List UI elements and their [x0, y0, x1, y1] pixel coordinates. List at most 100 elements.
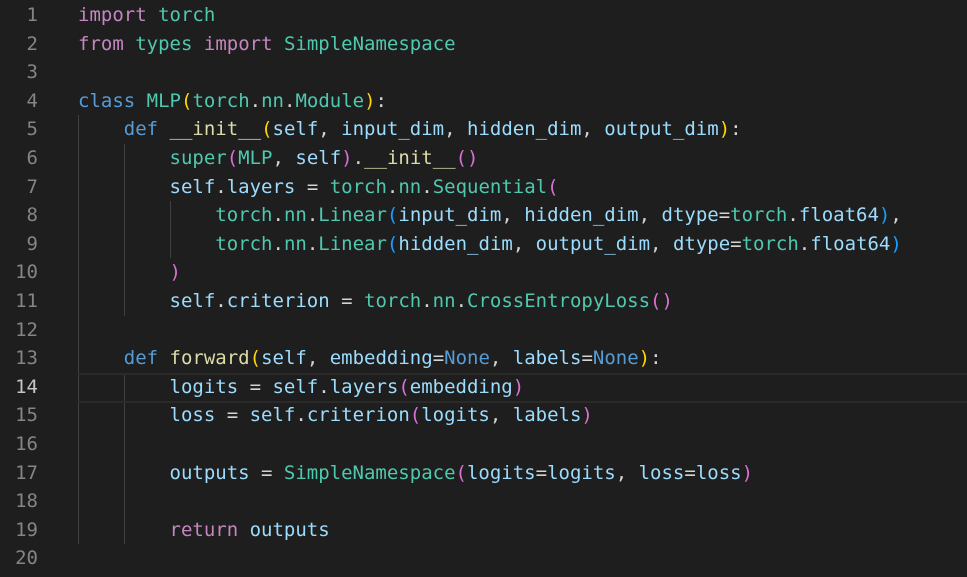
code-token: )	[169, 261, 181, 284]
code-line[interactable]: 11 self.criterion = torch.nn.CrossEntrop…	[0, 287, 967, 316]
code-token: ,	[318, 118, 342, 141]
line-number: 1	[26, 4, 38, 26]
code-token: .	[215, 290, 227, 312]
code-token: nn	[283, 204, 307, 227]
line-code[interactable]: def forward(self, embedding=None, labels…	[78, 344, 662, 373]
code-token: :	[375, 89, 387, 112]
code-token: (	[398, 375, 410, 398]
line-code[interactable]: import torch	[78, 1, 215, 30]
code-line[interactable]: 18	[0, 487, 967, 516]
code-token: ,	[615, 461, 639, 484]
line-code[interactable]: super(MLP, self).__init__()	[78, 144, 479, 173]
code-token: ()	[650, 290, 673, 312]
code-line[interactable]: 10 )	[0, 258, 967, 287]
code-token: self	[169, 175, 216, 198]
code-token: Linear	[318, 232, 387, 255]
code-token: SimpleNamespace	[283, 461, 456, 484]
code-token: Linear	[318, 204, 387, 227]
code-token: labels	[512, 404, 582, 427]
code-line[interactable]: 13 def forward(self, embedding=None, lab…	[0, 344, 967, 373]
code-line[interactable]: 6 super(MLP, self).__init__()	[0, 144, 967, 173]
code-token: (	[547, 175, 559, 198]
code-line[interactable]: 19 return outputs	[0, 516, 967, 545]
code-line[interactable]: 12	[0, 316, 967, 345]
code-token: .	[787, 204, 799, 227]
code-line[interactable]: 8 torch.nn.Linear(input_dim, hidden_dim,…	[0, 201, 967, 230]
code-line[interactable]: 4 class MLP(torch.nn.Module):	[0, 87, 967, 116]
line-code[interactable]: )	[78, 258, 181, 287]
code-token: torch	[329, 175, 387, 198]
line-code[interactable]: class MLP(torch.nn.Module):	[78, 87, 387, 116]
line-code[interactable]: self.criterion = torch.nn.CrossEntropyLo…	[78, 287, 673, 316]
code-token: torch	[741, 232, 799, 255]
code-token: (	[455, 461, 467, 484]
code-token: def	[123, 118, 159, 141]
line-code[interactable]: torch.nn.Linear(hidden_dim, output_dim, …	[78, 230, 902, 259]
code-token: nn	[261, 89, 284, 112]
code-token: self	[272, 375, 319, 398]
code-token: self	[249, 404, 296, 427]
line-number: 3	[26, 61, 38, 84]
code-token: loss	[638, 461, 685, 484]
code-line[interactable]: 3	[0, 58, 967, 87]
line-code[interactable]: torch.nn.Linear(input_dim, hidden_dim, d…	[78, 201, 902, 230]
code-token: (	[261, 118, 273, 141]
code-token: float64	[798, 204, 879, 227]
line-code[interactable]: logits = self.layers(embedding)	[78, 372, 967, 403]
code-token: self	[295, 147, 342, 169]
line-number: 9	[26, 232, 38, 255]
code-editor[interactable]: 1 import torch 2 from types import SimpleNa…	[0, 0, 967, 577]
line-code[interactable]: self.layers = torch.nn.Sequential(	[78, 173, 559, 202]
line-code[interactable]: from types import SimpleNamespace	[78, 30, 456, 59]
code-token: )	[638, 347, 651, 370]
code-token: __init__	[364, 147, 456, 169]
code-token: class	[78, 89, 136, 112]
line-number: 4	[26, 89, 38, 112]
code-token: input_dim	[398, 204, 502, 227]
code-token: =	[730, 232, 742, 255]
code-line[interactable]: 2 from types import SimpleNamespace	[0, 30, 967, 59]
code-line[interactable]: 7 self.layers = torch.nn.Sequential(	[0, 173, 967, 202]
code-token: labels	[512, 347, 582, 370]
code-line[interactable]: 20	[0, 544, 967, 573]
line-code[interactable]: def __init__(self, input_dim, hidden_dim…	[78, 115, 742, 144]
line-code[interactable]: loss = self.criterion(logits, labels)	[78, 401, 593, 430]
line-number: 16	[15, 433, 38, 455]
code-token: ,	[512, 232, 536, 255]
code-token: =	[238, 375, 273, 398]
code-token: ,	[650, 232, 673, 255]
code-token: loss	[169, 404, 216, 427]
line-number: 14	[15, 375, 38, 398]
code-token: torch	[215, 232, 273, 255]
code-line[interactable]: 5 def __init__(self, input_dim, hidden_d…	[0, 115, 967, 144]
code-line[interactable]: 15 loss = self.criterion(logits, labels)	[0, 401, 967, 430]
code-line[interactable]: 16	[0, 430, 967, 459]
code-line[interactable]: 17 outputs = SimpleNamespace(logits=logi…	[0, 459, 967, 488]
code-line[interactable]: 1 import torch	[0, 1, 967, 30]
code-token: =	[215, 404, 250, 427]
code-token: .	[798, 232, 811, 255]
code-token: None	[444, 347, 490, 370]
code-token: =	[718, 204, 731, 227]
line-code[interactable]: return outputs	[78, 516, 330, 545]
line-number: 19	[15, 518, 38, 541]
code-token: .	[421, 290, 433, 312]
line-number: 13	[15, 347, 38, 370]
code-token: dtype	[672, 232, 731, 255]
code-token: self	[169, 290, 216, 312]
code-token: torch	[364, 290, 422, 312]
code-line[interactable]: 9 torch.nn.Linear(hidden_dim, output_dim…	[0, 230, 967, 259]
line-number: 18	[15, 490, 38, 513]
code-token: .	[421, 175, 433, 198]
code-line[interactable]: 14 logits = self.layers(embedding)	[0, 372, 967, 403]
code-token: =	[329, 290, 365, 312]
code-token: ,	[638, 204, 662, 227]
line-code[interactable]: outputs = SimpleNamespace(logits=logits,…	[78, 459, 754, 488]
